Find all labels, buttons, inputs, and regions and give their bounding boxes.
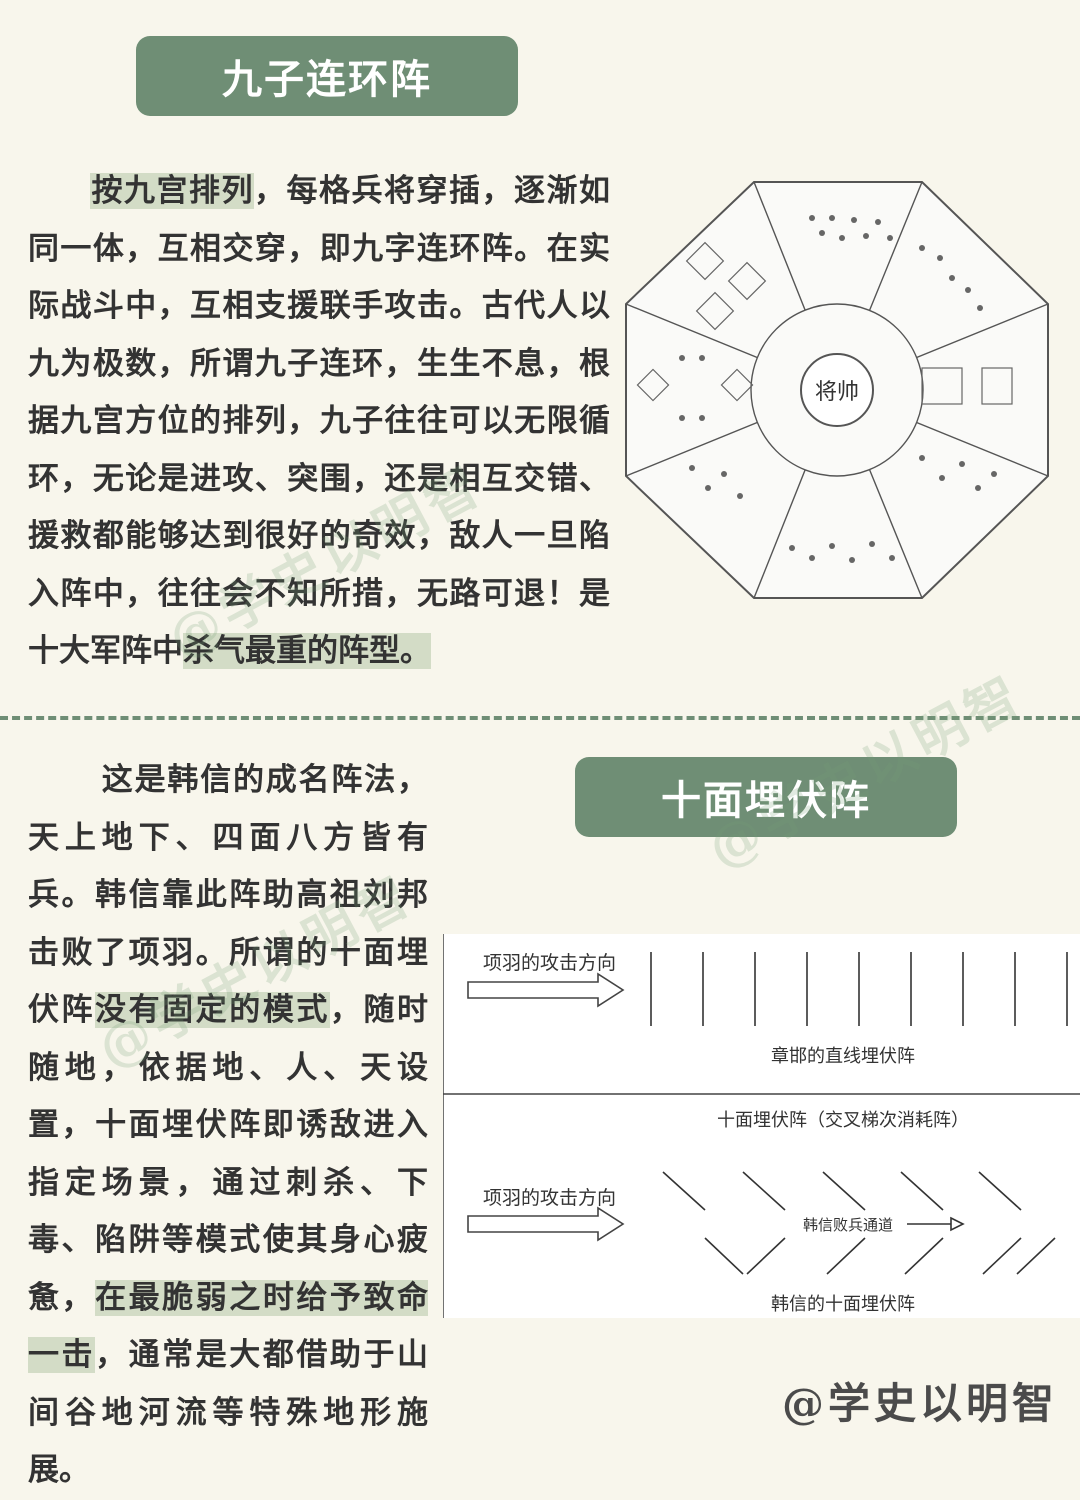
bottom-arrow-label: 项羽的攻击方向	[483, 1187, 616, 1209]
retreat-label: 韩信败兵通道	[803, 1216, 893, 1234]
top-arrow-label: 项羽的攻击方向	[483, 952, 616, 974]
body-text: ，随时随地，依据地、人、天设置，十面埋伏阵即诱敌进入指定场景，通过刺杀、下毒、陷…	[28, 992, 429, 1316]
section-paragraph-nine-chain: 按九宫排列，每格兵将穿插，逐渐如同一体，互相交穿，即九字连环阵。在实际战斗中，互…	[28, 163, 610, 681]
bottom-caption: 韩信的十面埋伏阵	[771, 1294, 915, 1315]
top-caption: 章邯的直线埋伏阵	[771, 1046, 915, 1067]
highlight-text: 按九宫排列	[90, 173, 254, 209]
watermark-text: @学史以明智	[781, 1379, 1058, 1428]
section-title-nine-chain: 九子连环阵	[136, 36, 518, 116]
nine-chain-formation-diagram: 将帅	[625, 181, 1049, 599]
ten-ambush-diagram: 项羽的攻击方向 章邯的直线埋伏阵 十面埋伏阵（交叉梯次消耗阵） 项羽的攻击方向 …	[443, 934, 1080, 1318]
bottom-title: 十面埋伏阵（交叉梯次消耗阵）	[717, 1110, 969, 1131]
center-label: 将帅	[815, 380, 859, 405]
